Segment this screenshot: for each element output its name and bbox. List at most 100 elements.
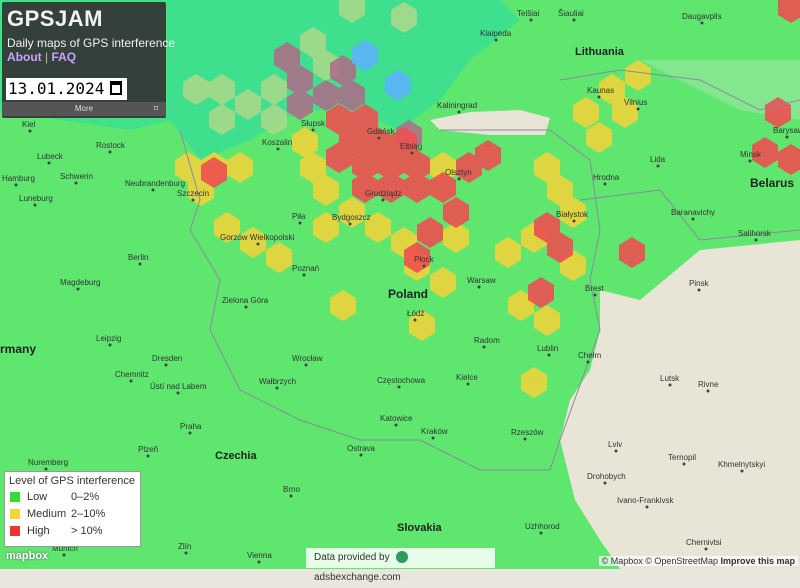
city-label: Bydgoszcz [332,213,371,222]
city-dot [494,38,498,42]
expand-icon[interactable]: ⌑ [154,102,158,116]
city-dot [457,177,461,181]
city-label: Barysaw [773,126,800,135]
city-dot [138,262,142,266]
legend-swatch-high [10,526,20,536]
city-dot [176,391,180,395]
city-label: Daugavpils [682,12,722,21]
city-label: Kiel [22,120,36,129]
city-label: Gdańsk [367,127,396,136]
city-dot [276,147,280,151]
country-lithuania: Lithuania [575,46,625,58]
city-dot [410,151,414,155]
city-dot [603,481,607,485]
legend-name: Medium [27,508,67,520]
city-dot [164,363,168,367]
legend-swatch-low [10,492,20,502]
city-label: Częstochowa [377,376,426,385]
city-label: Hamburg [2,174,35,183]
data-attribution: Data provided by adsbexchange.com [306,548,495,583]
city-dot [129,379,133,383]
city-dot [74,181,78,185]
city-label: Minsk [740,150,762,159]
city-dot [754,238,758,242]
city-dot [597,95,601,99]
city-label: Kielce [456,373,478,382]
city-dot [413,318,417,322]
adsbexchange-link[interactable]: adsbexchange.com [314,572,401,583]
country-slovakia: Slovakia [397,522,443,534]
city-dot [397,385,401,389]
city-label: Słupsk [301,119,326,128]
city-label: Rzeszów [511,428,544,437]
city-dot [656,164,660,168]
calendar-icon[interactable] [110,81,122,95]
city-label: Grudziądz [365,189,401,198]
city-dot [28,129,32,133]
city-label: Nuremberg [28,458,68,467]
mapbox-copyright-link[interactable]: © Mapbox [602,556,643,566]
city-dot [62,553,66,557]
city-label: Baranavichy [671,208,715,217]
legend-name: Low [27,491,48,503]
city-dot [700,21,704,25]
city-dot [572,219,576,223]
legend-swatch-medium [10,509,20,519]
adsbexchange-logo-icon [396,551,409,564]
city-label: Ternopil [668,453,696,462]
faq-link[interactable]: FAQ [51,50,76,64]
osm-copyright-link[interactable]: © OpenStreetMap [645,556,718,566]
city-label: Białystok [556,210,589,219]
city-label: Chernivtsi [686,538,722,547]
city-label: Zlín [178,542,191,551]
city-label: Uzhhorod [525,522,560,531]
city-dot [431,436,435,440]
city-label: Lviv [608,440,622,449]
city-dot [691,217,695,221]
city-dot [302,273,306,277]
improve-map-link[interactable]: Improve this map [720,556,795,566]
city-dot [151,188,155,192]
more-label: More [74,104,94,113]
city-label: Gorzów Wielkopolski [220,233,294,242]
legend: Level of GPS interference Low 0–2% Mediu… [4,471,141,547]
city-label: Płock [414,255,435,264]
city-label: Šiauliai [558,9,584,18]
city-dot [146,454,150,458]
mapbox-logo[interactable]: mapbox [6,550,48,562]
city-label: Koszalin [262,138,292,147]
city-dot [682,462,686,466]
city-dot [593,293,597,297]
city-label: Vilnius [624,98,647,107]
city-dot [785,135,789,139]
city-dot [298,221,302,225]
city-dot [482,345,486,349]
city-dot [422,264,426,268]
about-link[interactable]: About [7,50,42,64]
city-dot [466,382,470,386]
city-label: Dresden [152,354,182,363]
city-dot [311,128,315,132]
city-label: Lubeck [37,152,64,161]
country-czechia: Czechia [215,450,257,462]
city-dot [377,136,381,140]
city-label: Chełm [578,351,601,360]
city-dot [348,222,352,226]
city-dot [184,551,188,555]
city-dot [529,18,533,22]
city-dot [359,453,363,457]
city-label: Brno [283,485,300,494]
city-label: Łódź [407,309,424,318]
date-input[interactable]: 13.01.2024 [6,78,127,100]
city-label: Kaliningrad [437,101,477,110]
legend-name: High [27,525,50,537]
legend-range: 2–10% [71,508,106,520]
city-dot [547,353,551,357]
city-dot [257,560,261,564]
more-button[interactable]: More ⌑ [2,102,166,116]
city-label: Hrodna [593,173,620,182]
city-label: Vienna [247,551,272,560]
city-dot [603,182,607,186]
city-label: Radom [474,336,500,345]
city-label: Salihorsk [738,229,772,238]
